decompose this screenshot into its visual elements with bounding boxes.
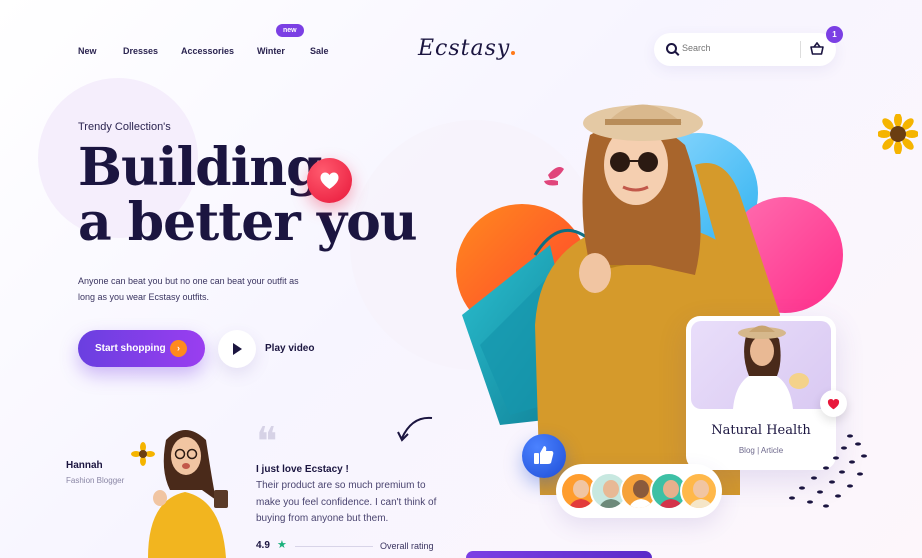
- hero-description: Anyone can beat you but no one can beat …: [78, 276, 299, 302]
- brand-dot: [511, 51, 516, 55]
- rating-label: Overall rating: [380, 541, 434, 551]
- testimonial-title: I just love Ecstacy !: [256, 464, 349, 475]
- article-image: [691, 321, 831, 409]
- quote-icon: ❝: [256, 419, 278, 465]
- nav-item-new[interactable]: New: [78, 46, 97, 56]
- cart-count-badge: 1: [826, 26, 843, 43]
- testimonial-photo: [130, 420, 242, 558]
- start-shopping-button[interactable]: Start shopping ›: [78, 330, 205, 367]
- nav-item-winter[interactable]: Winter: [257, 46, 285, 56]
- search-divider: [800, 41, 801, 58]
- heart-icon: [307, 158, 352, 203]
- chevron-right-icon: ›: [170, 340, 187, 357]
- hero-eyebrow: Trendy Collection's: [78, 121, 171, 133]
- landing-page: New Dresses Accessories Winter Sale new …: [0, 0, 922, 558]
- dots-decoration: [780, 430, 872, 510]
- headline-line-2: a better you: [78, 192, 418, 253]
- brand-logo[interactable]: Ecstasy: [418, 36, 516, 61]
- star-icon: ★: [277, 539, 287, 551]
- bottom-button-edge[interactable]: [466, 551, 652, 558]
- sunflower-icon: [878, 114, 918, 154]
- basket-icon[interactable]: [810, 42, 824, 56]
- favorite-heart-icon[interactable]: [820, 390, 847, 417]
- brand-name: Ecstasy: [418, 36, 511, 61]
- search-icon[interactable]: [666, 43, 677, 54]
- nav-item-sale[interactable]: Sale: [310, 46, 329, 56]
- play-icon[interactable]: [218, 330, 256, 368]
- new-badge: new: [276, 24, 304, 37]
- nav-item-accessories[interactable]: Accessories: [181, 46, 234, 56]
- start-shopping-label: Start shopping: [95, 343, 166, 354]
- play-video-link[interactable]: Play video: [265, 343, 314, 354]
- customer-avatars: [556, 464, 722, 518]
- avatar: [680, 472, 718, 510]
- thumbs-up-icon[interactable]: [522, 434, 566, 478]
- nav-item-dresses[interactable]: Dresses: [123, 46, 158, 56]
- rating-divider: [295, 546, 373, 547]
- search-bar: [654, 33, 836, 66]
- headline-line-1: Building: [78, 137, 323, 198]
- testimonial-role: Fashion Blogger: [66, 476, 125, 485]
- testimonial-name: Hannah: [66, 460, 103, 471]
- rating-value: 4.9: [256, 540, 270, 551]
- curved-arrow-icon: [396, 414, 436, 444]
- hero-headline: Building a better you: [78, 137, 418, 253]
- testimonial-text: Their product are so much premium to mak…: [256, 480, 437, 524]
- search-input[interactable]: [682, 43, 792, 53]
